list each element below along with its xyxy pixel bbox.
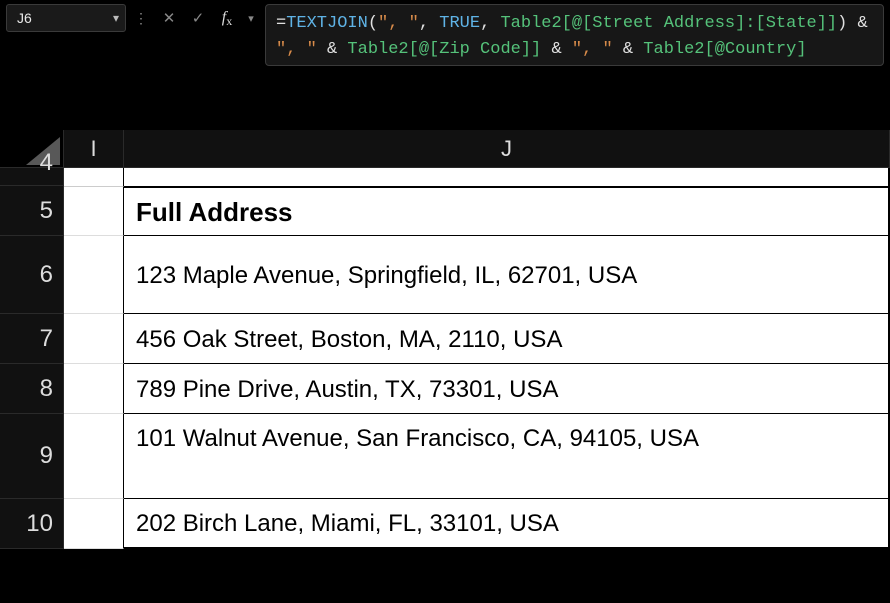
row-header-10[interactable]: 10 [0,499,64,549]
row-5: 5 Full Address [0,186,890,236]
row-header-9[interactable]: 9 [0,414,64,499]
cell-I7[interactable] [64,314,124,364]
row-header-4[interactable]: 4 [0,168,64,186]
fx-icon[interactable]: fx [214,5,240,31]
cell-J9[interactable]: 101 Walnut Avenue, San Francisco, CA, 94… [124,414,890,499]
row-9: 9 101 Walnut Avenue, San Francisco, CA, … [0,414,890,499]
row-4: 4 [0,168,890,186]
row-header-8[interactable]: 8 [0,364,64,414]
row-8: 8 789 Pine Drive, Austin, TX, 73301, USA [0,364,890,414]
cancel-formula-button[interactable]: ✕ [156,5,182,31]
cell-J6[interactable]: 123 Maple Avenue, Springfield, IL, 62701… [124,236,890,314]
row-6: 6 123 Maple Avenue, Springfield, IL, 627… [0,236,890,314]
name-box-value: J6 [17,10,113,26]
chevron-down-icon[interactable]: ▾ [113,11,119,25]
accept-formula-button[interactable]: ✓ [185,5,211,31]
column-headers: I J [0,130,890,168]
separator-icon: ⋮ [132,4,150,32]
row-7: 7 456 Oak Street, Boston, MA, 2110, USA [0,314,890,364]
cell-J7[interactable]: 456 Oak Street, Boston, MA, 2110, USA [124,314,890,364]
row-header-5[interactable]: 5 [0,186,64,236]
cell-J8[interactable]: 789 Pine Drive, Austin, TX, 73301, USA [124,364,890,414]
row-header-7[interactable]: 7 [0,314,64,364]
formula-bar[interactable]: =TEXTJOIN(", ", TRUE, Table2[@[Street Ad… [265,4,884,66]
cell-I6[interactable] [64,236,124,314]
row-header-6[interactable]: 6 [0,236,64,314]
column-header-I[interactable]: I [64,130,124,167]
cell-I9[interactable] [64,414,124,499]
cell-I4[interactable] [64,168,124,186]
formula-toolbar: J6 ▾ ⋮ ✕ ✓ fx ▾ =TEXTJOIN(", ", TRUE, Ta… [0,0,890,75]
cell-I5[interactable] [64,186,124,236]
cell-I10[interactable] [64,499,124,549]
fx-chevron-down-icon[interactable]: ▾ [243,5,259,31]
cell-J10[interactable]: 202 Birch Lane, Miami, FL, 33101, USA [124,499,890,549]
name-box[interactable]: J6 ▾ [6,4,126,32]
row-10: 10 202 Birch Lane, Miami, FL, 33101, USA [0,499,890,549]
cell-I8[interactable] [64,364,124,414]
select-all-button[interactable] [0,130,64,168]
spreadsheet-grid: I J 4 5 Full Address 6 123 Maple Avenue,… [0,130,890,549]
cell-J5-header[interactable]: Full Address [124,186,890,236]
column-header-J[interactable]: J [124,130,890,167]
rows-container: 4 5 Full Address 6 123 Maple Avenue, Spr… [0,168,890,549]
cell-J4[interactable] [124,168,890,186]
formula-buttons: ✕ ✓ fx ▾ [156,4,259,32]
